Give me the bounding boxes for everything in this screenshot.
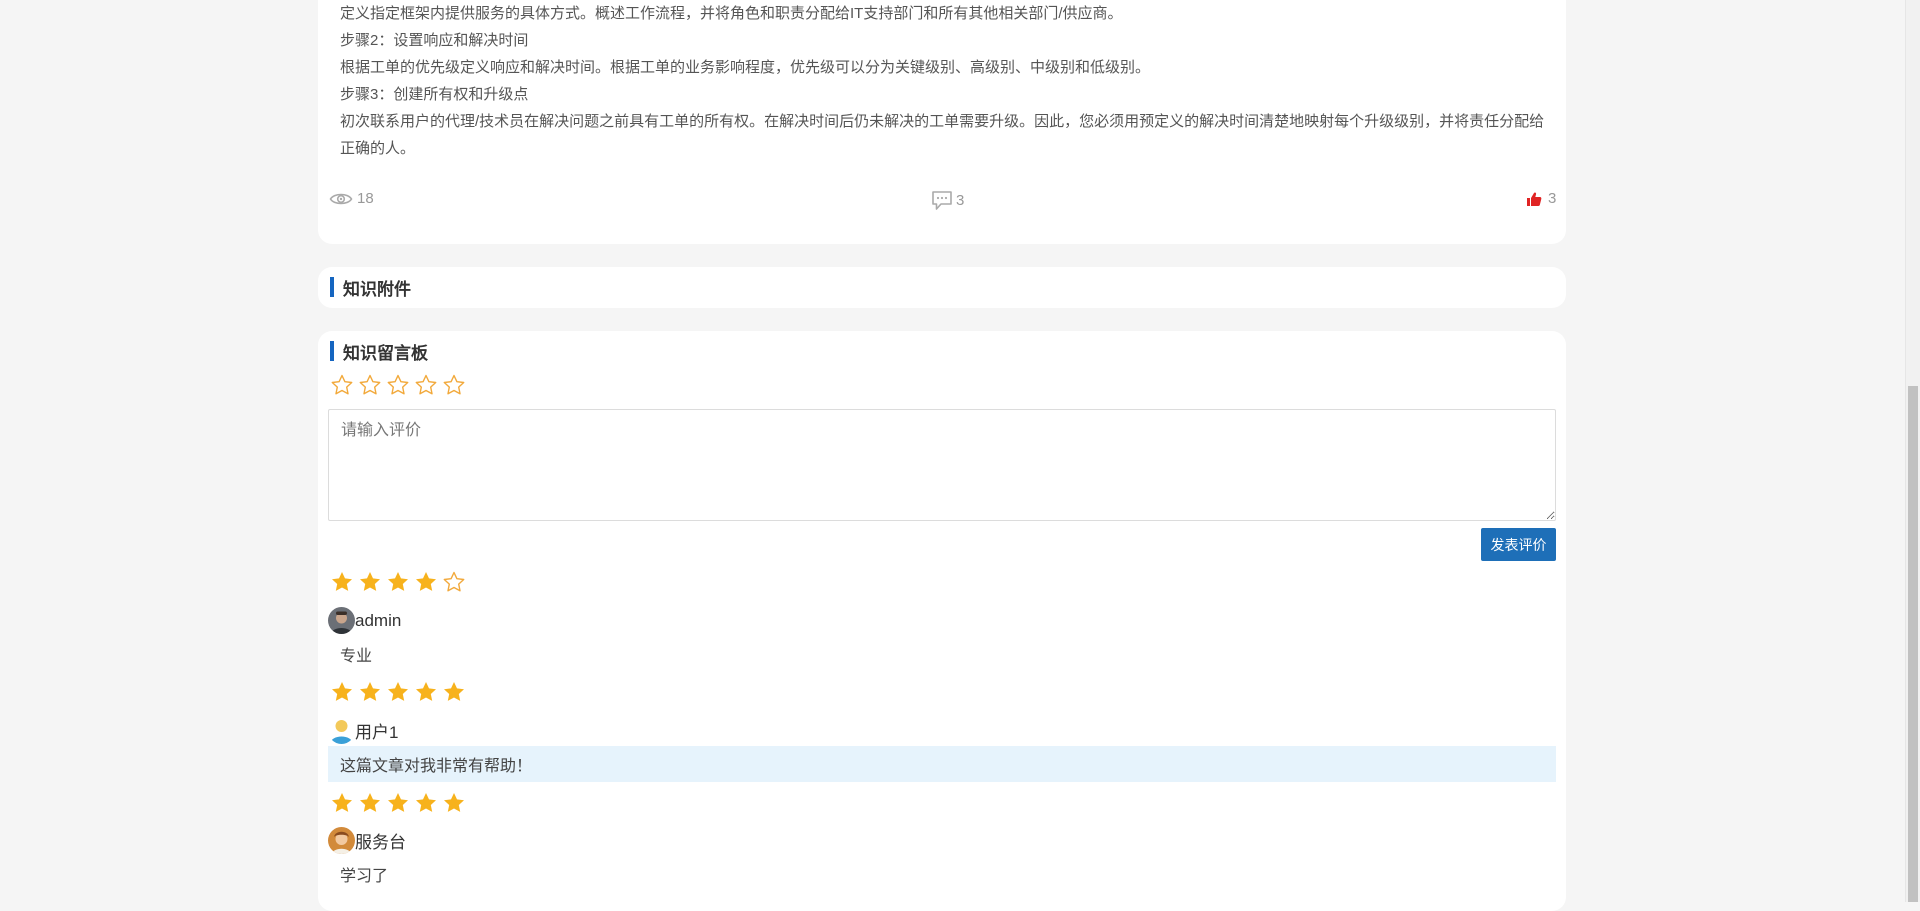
comment-text: 这篇文章对我非常有帮助！ — [328, 746, 1556, 782]
star-outline-icon[interactable] — [384, 371, 412, 399]
comment-icon — [931, 190, 953, 211]
thumbs-up-icon[interactable] — [1526, 191, 1542, 207]
comment-rating — [328, 678, 468, 706]
attachments-title-text: 知识附件 — [343, 279, 411, 299]
attachments-panel: 知识附件 — [318, 267, 1566, 308]
article-paragraph: 定义指定框架内提供服务的具体方式。概述工作流程，并将角色和职责分配给IT支持部门… — [340, 5, 1123, 22]
comment-username: 服务台 — [355, 833, 406, 852]
comment-text: 专业 — [340, 648, 373, 665]
attachments-title: 知识附件 — [330, 277, 411, 299]
star-filled-icon — [356, 678, 384, 706]
star-filled-icon — [356, 789, 384, 817]
article-paragraph: 根据工单的优先级定义响应和解决时间。根据工单的业务影响程度，优先级可以分为关键级… — [340, 59, 1151, 76]
scrollbar[interactable] — [1905, 0, 1920, 902]
star-outline-icon — [440, 568, 468, 596]
star-filled-icon — [384, 678, 412, 706]
user-avatar-icon — [328, 717, 355, 744]
comment-count: 3 — [931, 190, 964, 211]
scrollbar-thumb[interactable] — [1908, 386, 1918, 902]
publish-review-button[interactable]: 发表评价 — [1481, 528, 1556, 561]
comment-user: 服务台 — [328, 827, 406, 854]
article-paragraph: 步骤2：设置响应和解决时间 — [340, 32, 529, 49]
comment-rating — [328, 568, 468, 596]
title-accent-bar — [330, 277, 334, 297]
star-filled-icon — [412, 568, 440, 596]
comment-username: admin — [355, 610, 402, 630]
view-count: 18 — [329, 190, 374, 207]
comment-rating — [328, 789, 468, 817]
star-filled-icon — [412, 678, 440, 706]
comment-count-value: 3 — [956, 192, 965, 209]
article-body: 定义指定框架内提供服务的具体方式。概述工作流程，并将角色和职责分配给IT支持部门… — [340, 0, 1552, 162]
title-accent-bar — [330, 341, 334, 361]
star-filled-icon — [412, 789, 440, 817]
message-board-title: 知识留言板 — [330, 341, 428, 363]
star-filled-icon — [384, 789, 412, 817]
star-filled-icon — [440, 678, 468, 706]
star-filled-icon — [384, 568, 412, 596]
comment-user: 用户1 — [328, 717, 398, 744]
view-count-value: 18 — [357, 190, 374, 207]
star-filled-icon — [328, 789, 356, 817]
review-textarea[interactable] — [328, 409, 1556, 521]
comment-username: 用户1 — [355, 723, 399, 742]
comment-user: admin — [328, 607, 401, 634]
article-paragraph: 步骤3：创建所有权和升级点 — [340, 86, 529, 103]
star-outline-icon[interactable] — [328, 371, 356, 399]
rating-input[interactable] — [328, 371, 468, 399]
star-filled-icon — [328, 678, 356, 706]
like-count-value: 3 — [1548, 190, 1557, 207]
avatar — [328, 607, 355, 634]
message-board-panel: 知识留言板 发表评价 admin 专业 — [318, 331, 1566, 911]
eye-icon — [329, 191, 353, 207]
like-count[interactable]: 3 — [1526, 190, 1556, 207]
star-outline-icon[interactable] — [412, 371, 440, 399]
comment-text: 学习了 — [340, 868, 389, 885]
article-panel: 定义指定框架内提供服务的具体方式。概述工作流程，并将角色和职责分配给IT支持部门… — [318, 0, 1566, 244]
star-outline-icon[interactable] — [440, 371, 468, 399]
star-outline-icon[interactable] — [356, 371, 384, 399]
star-filled-icon — [356, 568, 384, 596]
article-paragraph: 初次联系用户的代理/技术员在解决问题之前具有工单的所有权。在解决时间后仍未解决的… — [340, 113, 1545, 157]
avatar — [328, 827, 355, 854]
star-filled-icon — [440, 789, 468, 817]
message-board-title-text: 知识留言板 — [343, 343, 428, 363]
star-filled-icon — [328, 568, 356, 596]
